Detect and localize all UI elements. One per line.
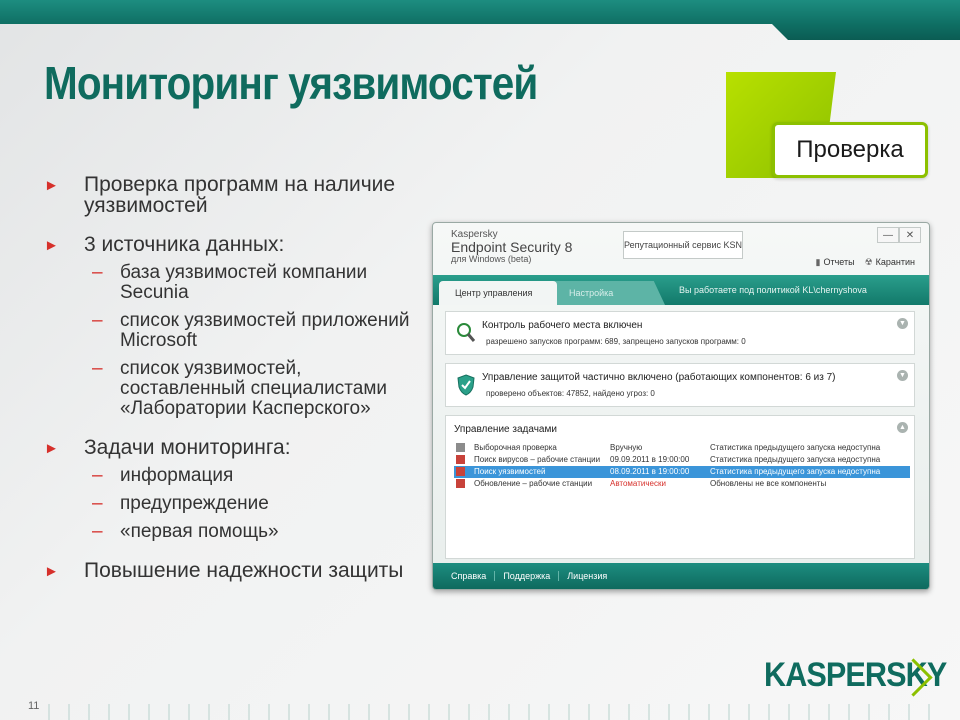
top-links: ▮ Отчеты ☢ Карантин [816, 257, 916, 268]
dash-icon: – [92, 521, 103, 542]
bullet-text: Повышение надежности защиты [84, 559, 404, 582]
license-link[interactable]: Лицензия [559, 571, 615, 581]
shield-icon [457, 374, 475, 396]
task-schedule: 09.09.2011 в 19:00:00 [610, 455, 690, 464]
task-row[interactable]: Обновление – рабочие станции Автоматичес… [454, 478, 910, 490]
tab-bar: Настройка Центр управления Вы работаете … [433, 275, 929, 305]
chevron-down-icon[interactable]: ▼ [897, 318, 908, 329]
bullet-text: Проверка программ на наличие уязвимостей [84, 173, 396, 217]
task-management-panel: Управление задачами ▲ Выборочная проверк… [445, 415, 915, 559]
bullet-item: ► Проверка программ на наличие уязвимост… [44, 174, 424, 216]
task-schedule: Вручную [610, 443, 643, 452]
bar-chart-icon: ▮ [815, 257, 821, 267]
tasks-title: Управление задачами [454, 424, 557, 435]
bullet-arrow-icon: ► [44, 177, 59, 194]
task-schedule: Автоматически [610, 479, 666, 488]
page-number: 11 [28, 700, 40, 712]
bullet-arrow-icon: ► [44, 440, 59, 457]
panel-subtitle: разрешено запусков программ: 689, запрещ… [486, 337, 746, 346]
ksn-button[interactable]: Репутационный сервис KSN [623, 231, 743, 259]
sub-bullet-text: база уязвимостей компании Secunia [120, 262, 368, 303]
task-status: Обновлены не все компоненты [710, 479, 827, 488]
sub-bullet-item: – информация [84, 466, 424, 486]
task-row-selected[interactable]: Поиск уязвимостей 08.09.2011 в 19:00:00 … [454, 466, 910, 478]
task-status: Статистика предыдущего запуска недоступн… [710, 455, 881, 464]
bullet-text: 3 источника данных: [84, 233, 285, 256]
task-icon [456, 479, 465, 488]
sub-bullet-item: – список уязвимостей, составленный специа… [84, 359, 424, 419]
sub-bullet-text: список уязвимостей, составленный специал… [120, 358, 388, 419]
quarantine-link[interactable]: ☢ Карантин [865, 257, 915, 268]
bullet-item: ► Повышение надежности защиты [44, 560, 424, 581]
dash-icon: – [92, 465, 103, 486]
dash-icon: – [92, 262, 103, 283]
policy-text: Вы работаете под политикой KL\chernyshov… [679, 285, 867, 295]
bullet-item: ► 3 источника данных: – база уязвимостей … [44, 234, 424, 419]
panel-title: Управление защитой частично включено (ра… [482, 372, 836, 383]
sub-bullet-item: – предупреждение [84, 494, 424, 514]
sub-bullet-text: список уязвимостей приложений Microsoft [120, 310, 410, 351]
sub-bullet-text: предупреждение [120, 493, 269, 514]
chevron-up-icon[interactable]: ▲ [897, 422, 908, 433]
sub-bullet-text: «первая помощь» [120, 521, 279, 542]
decor-ribbon [40, 704, 940, 720]
task-icon [456, 467, 465, 476]
task-status: Статистика предыдущего запуска недоступн… [710, 467, 881, 476]
app-title-product: Endpoint Security 8 [451, 239, 573, 255]
bullet-arrow-icon: ► [44, 563, 59, 580]
chevron-down-icon[interactable]: ▼ [897, 370, 908, 381]
dash-icon: – [92, 310, 103, 331]
task-schedule: 08.09.2011 в 19:00:00 [610, 467, 690, 476]
task-status: Статистика предыдущего запуска недоступн… [710, 443, 881, 452]
support-link[interactable]: Поддержка [495, 571, 560, 581]
bullet-arrow-icon: ► [44, 237, 59, 254]
slide-title: Мониторинг уязвимостей [44, 57, 538, 109]
tab-settings[interactable]: Настройка [553, 281, 665, 305]
verification-badge: Проверка [772, 122, 928, 178]
tab-control-center[interactable]: Центр управления [439, 281, 557, 305]
quarantine-icon: ☢ [864, 257, 873, 267]
window-controls: — ✕ [877, 227, 921, 243]
sub-bullet-item: – «первая помощь» [84, 522, 424, 542]
app-footer: Справка Поддержка Лицензия [433, 563, 929, 589]
task-icon [456, 443, 465, 452]
reports-link-label: Отчеты [823, 257, 855, 267]
task-name: Выборочная проверка [474, 443, 557, 452]
panel-subtitle: проверено объектов: 47852, найдено угроз… [486, 389, 655, 398]
task-name: Обновление – рабочие станции [474, 479, 593, 488]
dash-icon: – [92, 358, 103, 379]
task-row[interactable]: Поиск вирусов – рабочие станции 09.09.20… [454, 454, 910, 466]
dash-icon: – [92, 493, 103, 514]
task-row[interactable]: Выборочная проверка Вручную Статистика п… [454, 442, 910, 454]
task-name: Поиск вирусов – рабочие станции [474, 455, 601, 464]
sub-bullet-item: – база уязвимостей компании Secunia [84, 263, 424, 303]
task-name: Поиск уязвимостей [474, 467, 546, 476]
sub-bullet-item: – список уязвимостей приложений Microsoft [84, 311, 424, 351]
top-band [0, 0, 960, 24]
workplace-control-panel[interactable]: Контроль рабочего места включен разрешен… [445, 311, 915, 355]
bullet-text: Задачи мониторинга: [84, 436, 291, 459]
top-band-step [772, 24, 960, 40]
bullet-item: ► Задачи мониторинга: – информация – преду… [44, 437, 424, 542]
quarantine-link-label: Карантин [875, 257, 915, 267]
protection-panel[interactable]: Управление защитой частично включено (ра… [445, 363, 915, 407]
sub-bullet-text: информация [120, 465, 234, 486]
panel-title: Контроль рабочего места включен [482, 320, 643, 331]
kes-app-window: Kaspersky Endpoint Security 8 для Window… [432, 222, 930, 590]
help-link[interactable]: Справка [443, 571, 496, 581]
bullet-list: ► Проверка программ на наличие уязвимост… [44, 174, 424, 599]
app-title: Kaspersky Endpoint Security 8 для Window… [451, 229, 572, 265]
reports-link[interactable]: ▮ Отчеты [816, 257, 855, 268]
task-icon [456, 455, 465, 464]
close-icon[interactable]: ✕ [899, 227, 921, 243]
minimize-icon[interactable]: — [877, 227, 899, 243]
magnifier-icon [457, 323, 476, 342]
